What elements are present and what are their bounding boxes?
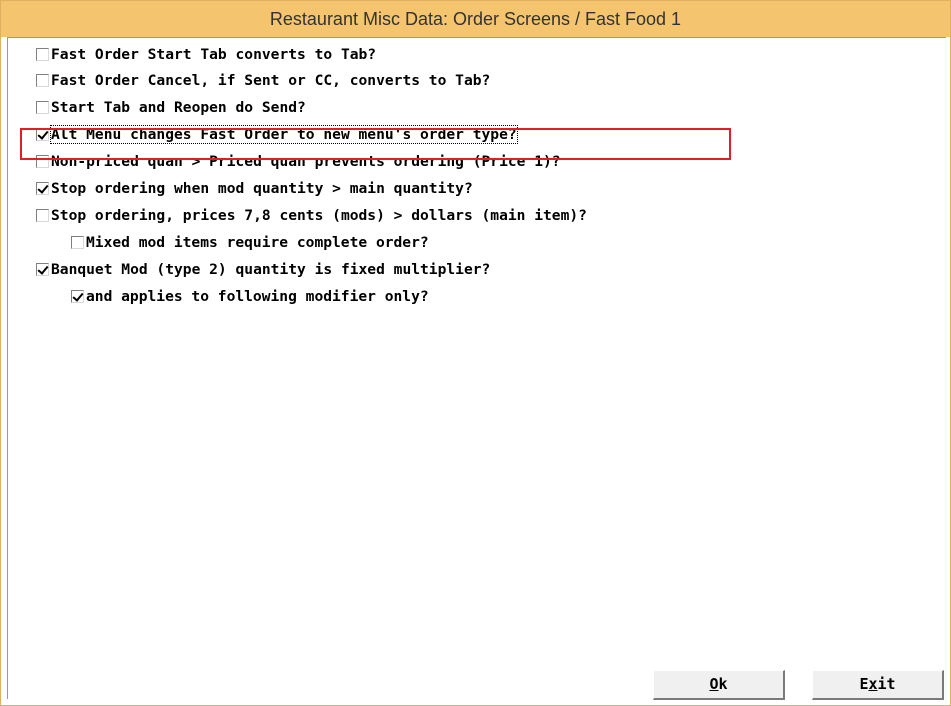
- checkbox-icon[interactable]: [36, 47, 49, 61]
- option-fast-order-start-tab[interactable]: Fast Order Start Tab converts to Tab?: [36, 44, 376, 64]
- option-stop-ordering-prices[interactable]: Stop ordering, prices 7,8 cents (mods) >…: [36, 205, 587, 225]
- option-label: Fast Order Cancel, if Sent or CC, conver…: [51, 71, 491, 89]
- checkbox-icon[interactable]: [36, 154, 49, 168]
- option-banquet-mod-multiplier[interactable]: Banquet Mod (type 2) quantity is fixed m…: [36, 259, 490, 279]
- exit-mnemonic: x: [868, 675, 878, 693]
- window-title: Restaurant Misc Data: Order Screens / Fa…: [1, 1, 950, 37]
- exit-label-rest: it: [877, 675, 896, 693]
- checkbox-icon[interactable]: [36, 100, 49, 114]
- checkbox-checked-icon[interactable]: [71, 289, 84, 303]
- option-label: Start Tab and Reopen do Send?: [51, 98, 306, 116]
- option-alt-menu-changes-order-type[interactable]: Alt Menu changes Fast Order to new menu'…: [36, 124, 518, 144]
- checkbox-checked-icon[interactable]: [36, 181, 49, 195]
- options-panel: Fast Order Start Tab converts to Tab? Fa…: [7, 37, 946, 699]
- checkbox-icon[interactable]: [71, 235, 84, 249]
- option-label: and applies to following modifier only?: [86, 287, 429, 305]
- option-label: Non-priced quan > Priced quan prevents o…: [51, 152, 561, 170]
- option-start-tab-reopen-send[interactable]: Start Tab and Reopen do Send?: [36, 97, 306, 117]
- ok-label-rest: k: [718, 675, 728, 693]
- checkbox-checked-icon[interactable]: [36, 127, 49, 141]
- option-label: Stop ordering, prices 7,8 cents (mods) >…: [51, 206, 587, 224]
- option-label: Mixed mod items require complete order?: [86, 233, 429, 251]
- ok-button[interactable]: Ok: [653, 670, 785, 700]
- option-fast-order-cancel[interactable]: Fast Order Cancel, if Sent or CC, conver…: [36, 70, 490, 90]
- checkbox-icon[interactable]: [36, 73, 49, 87]
- option-label: Banquet Mod (type 2) quantity is fixed m…: [51, 260, 491, 278]
- option-label: Stop ordering when mod quantity > main q…: [51, 179, 473, 197]
- option-label: Fast Order Start Tab converts to Tab?: [51, 45, 377, 63]
- option-label: Alt Menu changes Fast Order to new menu'…: [50, 124, 518, 144]
- checkbox-icon[interactable]: [36, 208, 49, 222]
- option-mixed-mod-items[interactable]: Mixed mod items require complete order?: [71, 232, 429, 252]
- exit-button[interactable]: Exit: [812, 670, 944, 700]
- dialog-window: Restaurant Misc Data: Order Screens / Fa…: [0, 0, 951, 706]
- option-applies-following-modifier[interactable]: and applies to following modifier only?: [71, 286, 429, 306]
- ok-mnemonic: O: [709, 675, 719, 693]
- option-stop-ordering-mod-quantity[interactable]: Stop ordering when mod quantity > main q…: [36, 178, 473, 198]
- option-non-priced-quan[interactable]: Non-priced quan > Priced quan prevents o…: [36, 151, 561, 171]
- checkbox-checked-icon[interactable]: [36, 262, 49, 276]
